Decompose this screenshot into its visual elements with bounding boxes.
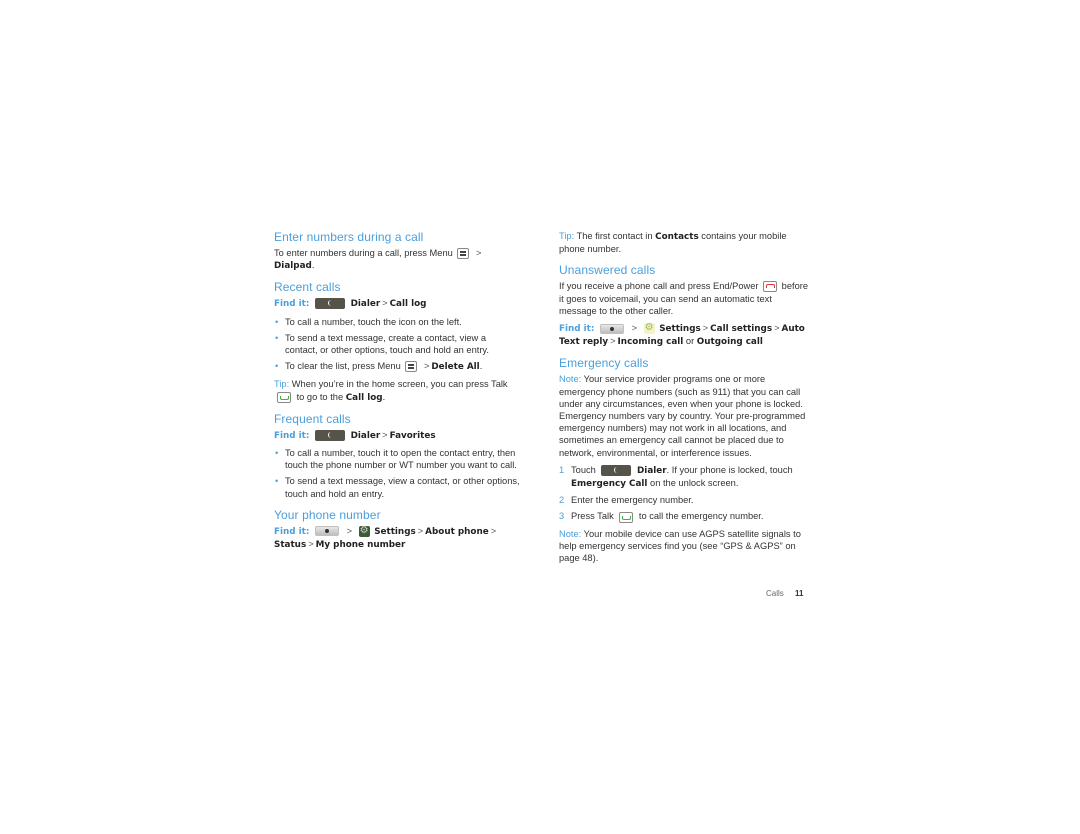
settings-gear-icon <box>643 322 655 335</box>
heading-frequent-calls: Frequent calls <box>274 411 351 426</box>
right-column: Tip: The first contact in Contacts conta… <box>559 230 809 572</box>
emergency-note: Note: Your service provider programs one… <box>559 374 806 458</box>
heading-your-phone-number: Your phone number <box>274 507 381 522</box>
tip-contacts: Tip: The first contact in Contacts conta… <box>559 231 787 255</box>
emergency-steps: 1 Touch Dialer. If your phone is locked,… <box>559 464 809 523</box>
step-item: 3 Press Talk to call the emergency numbe… <box>559 511 764 523</box>
section-recent-calls: Recent calls Find it: Dialer>Call log To… <box>274 280 520 403</box>
home-key-icon <box>599 323 624 334</box>
step-item: 1 Touch Dialer. If your phone is locked,… <box>559 464 793 490</box>
list-item: To call a number, touch the icon on the … <box>274 316 520 328</box>
section-frequent-calls: Frequent calls Find it: Dialer > Favorites… <box>274 412 520 500</box>
settings-gear-icon <box>358 525 370 537</box>
section-unanswered-calls: Unanswered calls If you receive a phone … <box>559 263 809 348</box>
recent-calls-list: To call a number, touch the icon on the … <box>274 316 520 374</box>
heading-enter-numbers: Enter numbers during a call <box>274 230 424 244</box>
find-it-unanswered: Find it: > Settings>Call settings>Auto T… <box>559 322 809 348</box>
talk-key-icon <box>619 511 634 523</box>
page-number: 11 <box>795 589 804 598</box>
section-your-phone-number: Your phone number Find it: > Settings>Ab… <box>274 508 520 551</box>
list-item: To send a text message, create a contact… <box>274 332 520 356</box>
heading-recent-calls: Recent calls <box>274 280 341 295</box>
tip-call-log: Tip: When you’re in the home screen, you… <box>274 379 508 403</box>
dialer-phone-icon <box>601 464 632 476</box>
dialer-phone-icon <box>314 298 345 310</box>
section-enter-numbers: Enter numbers during a call To enter num… <box>274 230 520 272</box>
dialpad-label: Dialpad <box>274 261 312 272</box>
unanswered-text: If you receive a phone call and press En… <box>559 281 809 316</box>
heading-emergency-calls: Emergency calls <box>559 356 649 371</box>
frequent-calls-list: To call a number, touch it to open the c… <box>274 447 520 500</box>
step-item: 2 Enter the emergency number. <box>559 495 694 506</box>
list-item: To send a text message, view a contact, … <box>274 475 520 499</box>
find-it-phone-number: Find it: > Settings>About phone> Status>… <box>274 525 520 551</box>
dialer-phone-icon <box>314 429 345 441</box>
list-item: To clear the list, press Menu >Delete Al… <box>274 360 520 373</box>
agps-note: Note: Your mobile device can use AGPS sa… <box>559 528 801 564</box>
menu-key-icon <box>405 361 418 373</box>
talk-key-icon <box>277 391 291 403</box>
home-key-icon <box>314 526 339 537</box>
enter-numbers-text: To enter numbers during a call, press Me… <box>274 248 482 272</box>
find-it-frequent: Find it: Dialer > Favorites <box>274 429 436 441</box>
end-power-key-icon <box>763 281 778 293</box>
section-emergency-calls: Emergency calls Note: Your service provi… <box>559 356 809 564</box>
list-item: To call a number, touch it to open the c… <box>274 447 520 471</box>
left-column: Enter numbers during a call To enter num… <box>274 230 520 559</box>
find-it-recent: Find it: Dialer > Call log <box>274 298 427 310</box>
page-footer: Calls 11 <box>766 589 803 598</box>
heading-unanswered-calls: Unanswered calls <box>559 263 656 278</box>
menu-key-icon <box>457 248 470 260</box>
footer-section: Calls <box>766 589 784 598</box>
